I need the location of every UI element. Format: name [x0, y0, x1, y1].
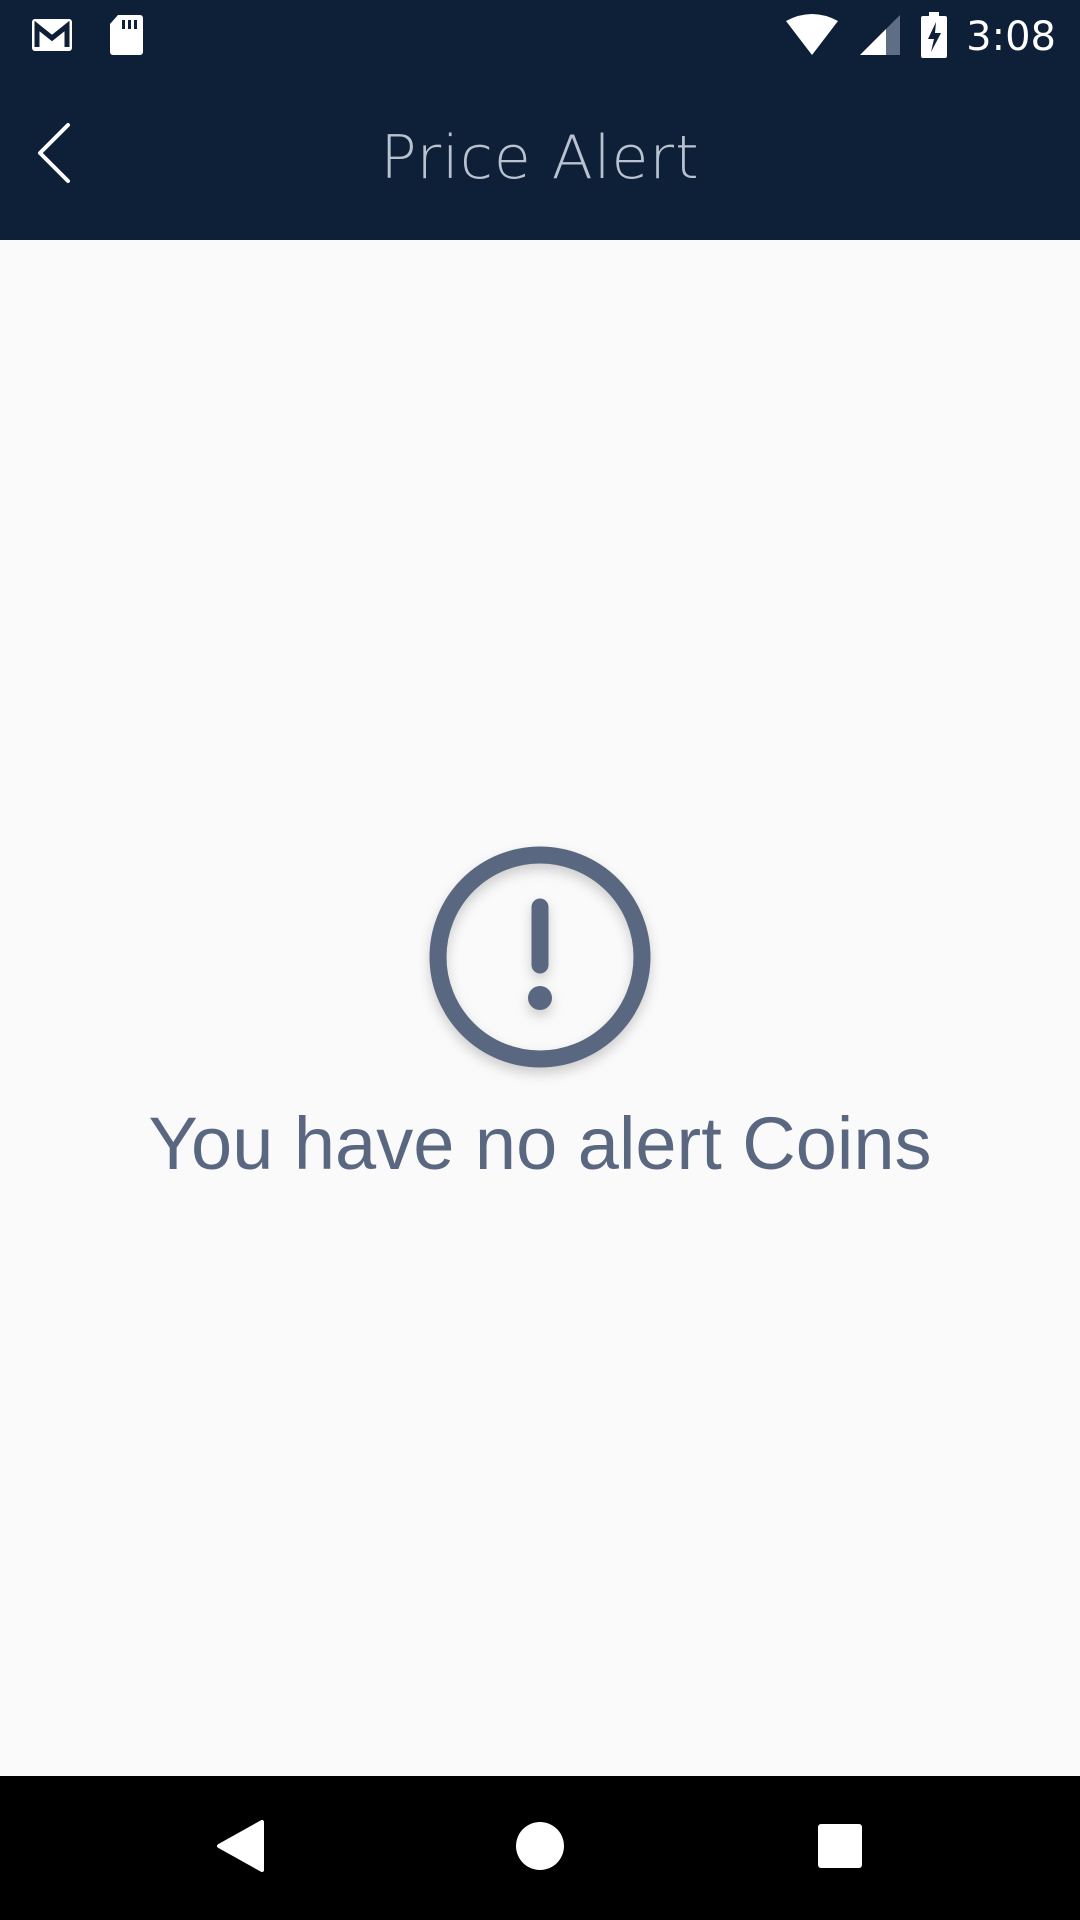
status-right-icons: 3:08 [784, 10, 1056, 64]
nav-home-button[interactable] [500, 1808, 580, 1888]
screen: 3:08 Price Alert You have no alert Coins [0, 0, 1080, 1920]
empty-state: You have no alert Coins [0, 845, 1080, 1189]
empty-state-message: You have no alert Coins [148, 1102, 932, 1185]
gmail-icon [30, 17, 74, 57]
nav-recents-button[interactable] [800, 1808, 880, 1888]
nav-back-button[interactable] [200, 1808, 280, 1888]
app-bar: Price Alert [0, 75, 1080, 240]
sd-card-icon [108, 14, 144, 60]
system-nav-bar [0, 1776, 1080, 1920]
recents-square-icon [817, 1823, 863, 1873]
home-circle-icon [515, 1821, 565, 1875]
status-bar: 3:08 [0, 0, 1080, 75]
back-triangle-icon [214, 1818, 266, 1878]
battery-charging-icon [920, 12, 948, 62]
status-left-icons [30, 14, 144, 60]
alert-circle-icon [428, 845, 652, 1069]
wifi-icon [784, 13, 840, 61]
page-title: Price Alert [380, 123, 700, 193]
status-time: 3:08 [966, 14, 1056, 60]
cell-signal-icon [858, 13, 902, 61]
